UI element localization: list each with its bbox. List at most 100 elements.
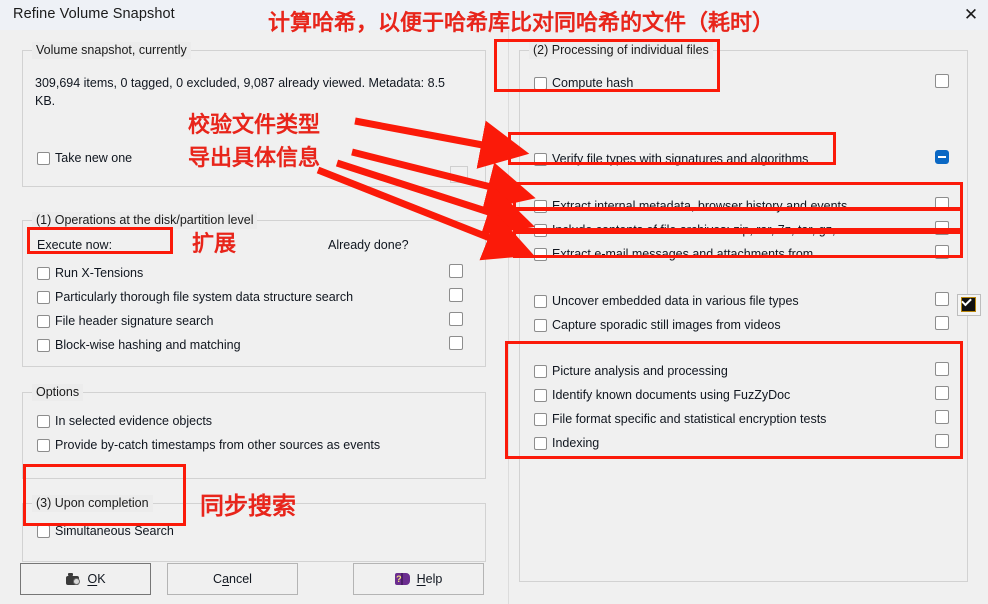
book-icon: ?: [394, 572, 411, 586]
execute-now-label: Execute now:: [37, 238, 113, 252]
row-extract-email-messages[interactable]: Extract e-mail messages and attachments …: [534, 244, 824, 264]
already-done-thorough-fs-search[interactable]: [449, 288, 463, 302]
upon-completion-group: (3) Upon completion Simultaneous Search: [22, 495, 486, 562]
disk-operations-group: (1) Operations at the disk/partition lev…: [22, 212, 486, 367]
by-catch-timestamps-checkbox[interactable]: [37, 439, 50, 452]
volume-snapshot-caption: Volume snapshot, currently: [32, 42, 191, 59]
picture-analysis-label: Picture analysis and processing: [552, 364, 728, 378]
row-simultaneous-search[interactable]: Simultaneous Search: [37, 521, 174, 541]
row-file-header-signature-search[interactable]: File header signature search: [37, 311, 213, 331]
row-encryption-tests[interactable]: File format specific and statistical enc…: [534, 409, 826, 429]
extract-email-messages-label: Extract e-mail messages and attachments …: [552, 247, 824, 261]
cancel-button[interactable]: Cancel: [167, 563, 298, 595]
encryption-tests-checkbox[interactable]: [534, 413, 547, 426]
camera-icon: [65, 572, 81, 586]
ok-button-label: OK: [87, 572, 106, 586]
identify-known-documents-label: Identify known documents using FuzZyDoc: [552, 388, 791, 402]
uncover-embedded-data-checkbox[interactable]: [534, 295, 547, 308]
row-block-wise-hashing[interactable]: Block-wise hashing and matching: [37, 335, 241, 355]
include-file-archives-checkbox[interactable]: [534, 224, 547, 237]
row-by-catch-timestamps[interactable]: Provide by-catch timestamps from other s…: [37, 435, 380, 455]
state-encryption-tests[interactable]: [935, 410, 949, 424]
state-indexing[interactable]: [935, 434, 949, 448]
simultaneous-search-checkbox[interactable]: [37, 525, 50, 538]
extract-email-messages-checkbox[interactable]: [534, 248, 547, 261]
verify-file-types-label: Verify file types with signatures and al…: [552, 152, 809, 166]
right-pane: (2) Processing of individual files Compu…: [508, 30, 988, 604]
state-capture-sporadic-stills[interactable]: [935, 316, 949, 330]
state-compute-hash[interactable]: [935, 74, 949, 88]
disk-operations-caption: (1) Operations at the disk/partition lev…: [32, 212, 258, 229]
capture-sporadic-stills-label: Capture sporadic still images from video…: [552, 318, 781, 332]
compute-hash-checkbox[interactable]: [534, 77, 547, 90]
row-run-x-tensions[interactable]: Run X-Tensions: [37, 263, 143, 283]
block-wise-hashing-label: Block-wise hashing and matching: [55, 338, 241, 352]
extract-internal-metadata-label: Extract internal metadata, browser histo…: [552, 199, 848, 213]
state-identify-known-documents[interactable]: [935, 386, 949, 400]
state-include-file-archives[interactable]: [935, 221, 949, 235]
enabled-checkbox[interactable]: [957, 294, 981, 316]
capture-sporadic-stills-checkbox[interactable]: [534, 319, 547, 332]
title-bar: Refine Volume Snapshot ✕: [0, 0, 988, 31]
close-icon[interactable]: ✕: [960, 4, 982, 26]
by-catch-timestamps-label: Provide by-catch timestamps from other s…: [55, 438, 381, 452]
individual-files-group: (2) Processing of individual files Compu…: [519, 42, 968, 582]
volume-snapshot-group: Volume snapshot, currently 309,694 items…: [22, 42, 486, 187]
row-in-selected-evidence-objects[interactable]: In selected evidence objects: [37, 411, 212, 431]
identify-known-documents-checkbox[interactable]: [534, 389, 547, 402]
indexing-label: Indexing: [552, 436, 600, 450]
ok-button[interactable]: OK: [20, 563, 151, 595]
individual-files-caption: (2) Processing of individual files: [529, 42, 713, 59]
block-wise-hashing-checkbox[interactable]: [37, 339, 50, 352]
volume-status-line-2: KB.: [35, 94, 56, 108]
encryption-tests-label: File format specific and statistical enc…: [552, 412, 827, 426]
file-header-signature-search-label: File header signature search: [55, 314, 214, 328]
take-new-one-label: Take new one: [55, 151, 133, 165]
thorough-fs-search-label: Particularly thorough file system data s…: [55, 290, 354, 304]
state-uncover-embedded-data[interactable]: [935, 292, 949, 306]
file-header-signature-search-checkbox[interactable]: [37, 315, 50, 328]
row-picture-analysis[interactable]: Picture analysis and processing: [534, 361, 728, 381]
run-x-tensions-label: Run X-Tensions: [55, 266, 144, 280]
row-indexing[interactable]: Indexing: [534, 433, 599, 453]
options-group: Options In selected evidence objects Pro…: [22, 384, 486, 479]
help-button-label: Help: [416, 572, 443, 586]
state-picture-analysis[interactable]: [935, 362, 949, 376]
simultaneous-search-label: Simultaneous Search: [55, 524, 174, 538]
uncover-embedded-data-label: Uncover embedded data in various file ty…: [552, 294, 799, 308]
window-title: Refine Volume Snapshot: [13, 6, 175, 22]
volume-group-stray-box[interactable]: [450, 166, 468, 183]
help-button[interactable]: ? Help: [353, 563, 484, 595]
compute-hash-label: Compute hash: [552, 76, 634, 90]
row-verify-file-types[interactable]: Verify file types with signatures and al…: [534, 149, 808, 169]
thorough-fs-search-checkbox[interactable]: [37, 291, 50, 304]
options-caption: Options: [32, 384, 84, 401]
row-thorough-fs-search[interactable]: Particularly thorough file system data s…: [37, 287, 353, 307]
left-pane: Volume snapshot, currently 309,694 items…: [0, 30, 508, 604]
already-done-file-header-signature-search[interactable]: [449, 312, 463, 326]
row-capture-sporadic-stills[interactable]: Capture sporadic still images from video…: [534, 315, 781, 335]
row-uncover-embedded-data[interactable]: Uncover embedded data in various file ty…: [534, 291, 799, 311]
state-extract-internal-metadata[interactable]: [935, 197, 949, 211]
in-selected-evidence-objects-checkbox[interactable]: [37, 415, 50, 428]
volume-status-line-1: 309,694 items, 0 tagged, 0 excluded, 9,0…: [35, 76, 445, 90]
state-extract-email-messages[interactable]: [935, 245, 949, 259]
state-verify-file-types[interactable]: [935, 150, 949, 164]
take-new-one-row[interactable]: Take new one: [37, 148, 132, 168]
verify-file-types-checkbox[interactable]: [534, 153, 547, 166]
run-x-tensions-checkbox[interactable]: [37, 267, 50, 280]
include-file-archives-label: Include contents of file archives: zip, …: [552, 223, 850, 237]
row-include-file-archives[interactable]: Include contents of file archives: zip, …: [534, 220, 849, 240]
cancel-button-label: Cancel: [213, 572, 252, 586]
row-extract-internal-metadata[interactable]: Extract internal metadata, browser histo…: [534, 196, 847, 216]
extract-internal-metadata-checkbox[interactable]: [534, 200, 547, 213]
row-identify-known-documents[interactable]: Identify known documents using FuzZyDoc: [534, 385, 790, 405]
already-done-run-x-tensions[interactable]: [449, 264, 463, 278]
row-compute-hash[interactable]: Compute hash: [534, 73, 633, 93]
indexing-checkbox[interactable]: [534, 437, 547, 450]
already-done-label: Already done?: [328, 238, 409, 252]
picture-analysis-checkbox[interactable]: [534, 365, 547, 378]
already-done-block-wise-hashing[interactable]: [449, 336, 463, 350]
in-selected-evidence-objects-label: In selected evidence objects: [55, 414, 213, 428]
take-new-one-checkbox[interactable]: [37, 152, 50, 165]
